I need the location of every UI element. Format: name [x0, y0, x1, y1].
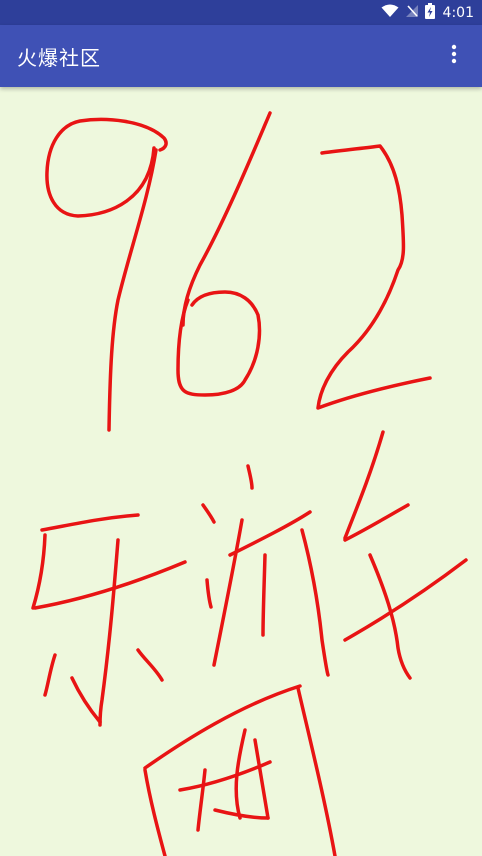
more-vert-icon — [451, 44, 457, 68]
app-bar: 火爆社区 — [0, 25, 482, 87]
stroke-le-dot-left — [43, 653, 57, 697]
stroke-9-tail — [107, 148, 158, 432]
stroke-yuan-top — [143, 684, 302, 770]
app-title: 火爆社区 — [17, 46, 101, 70]
stroke-yuan-inner-mid — [178, 760, 272, 792]
overflow-menu-button[interactable] — [436, 38, 472, 74]
stroke-yuan-right — [296, 686, 337, 856]
stroke-2 — [316, 144, 432, 410]
stroke-you-fang-right — [300, 528, 330, 677]
stroke-you-dot2 — [205, 578, 213, 609]
stroke-yuan-inner-right — [253, 738, 270, 820]
stroke-you-zi-horizontal — [343, 558, 468, 642]
screen: 4:01 火爆社区 — [0, 0, 482, 856]
stroke-you-dot1 — [201, 503, 216, 524]
stroke-yuan-left — [143, 768, 167, 856]
drawing-canvas[interactable] — [0, 87, 482, 856]
stroke-yuan-inner-bottom — [213, 808, 270, 820]
stroke-le-left — [31, 533, 47, 610]
handwriting-strokes — [31, 111, 468, 856]
stroke-le-vertical — [98, 538, 120, 727]
stroke-you-fang-vertical — [261, 553, 267, 637]
stroke-le-dot-right — [136, 648, 164, 682]
stroke-9-loop — [45, 117, 168, 218]
stroke-you-bar — [246, 464, 254, 490]
stroke-le-horizontal — [33, 560, 187, 610]
stroke-le-hook — [70, 676, 102, 724]
stroke-yuan-inner-left — [196, 768, 207, 832]
stroke-you-zi-hook — [368, 553, 412, 680]
stroke-le-top — [40, 513, 140, 532]
stroke-you-fang-left — [212, 518, 244, 667]
stroke-6-loop — [176, 290, 262, 397]
